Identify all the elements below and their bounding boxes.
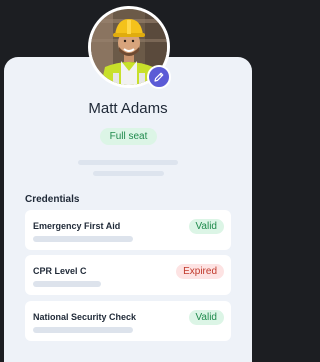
status-badge: Valid: [188, 310, 224, 325]
profile-card: Matt Adams Full seat Credentials Emergen…: [4, 57, 252, 362]
credential-title: CPR Level C: [33, 266, 87, 276]
profile-name: Matt Adams: [88, 100, 168, 117]
pencil-icon: [154, 72, 164, 82]
credential-item[interactable]: National Security Check Valid: [25, 301, 231, 341]
placeholder-line: [33, 327, 133, 333]
credential-item[interactable]: CPR Level C Expired: [25, 255, 231, 295]
placeholder-line: [33, 236, 133, 242]
status-badge: Expired: [176, 264, 224, 279]
edit-photo-button[interactable]: [147, 65, 171, 89]
credential-title: Emergency First Aid: [33, 221, 121, 231]
placeholder-line: [33, 281, 101, 287]
seat-badge: Full seat: [100, 128, 157, 145]
avatar[interactable]: [88, 6, 171, 89]
credential-title: National Security Check: [33, 312, 137, 322]
credentials-heading: Credentials: [25, 194, 80, 205]
status-badge: Valid: [188, 219, 224, 234]
placeholder-line: [78, 160, 178, 165]
credential-item[interactable]: Emergency First Aid Valid: [25, 210, 231, 250]
placeholder-line: [93, 171, 164, 176]
